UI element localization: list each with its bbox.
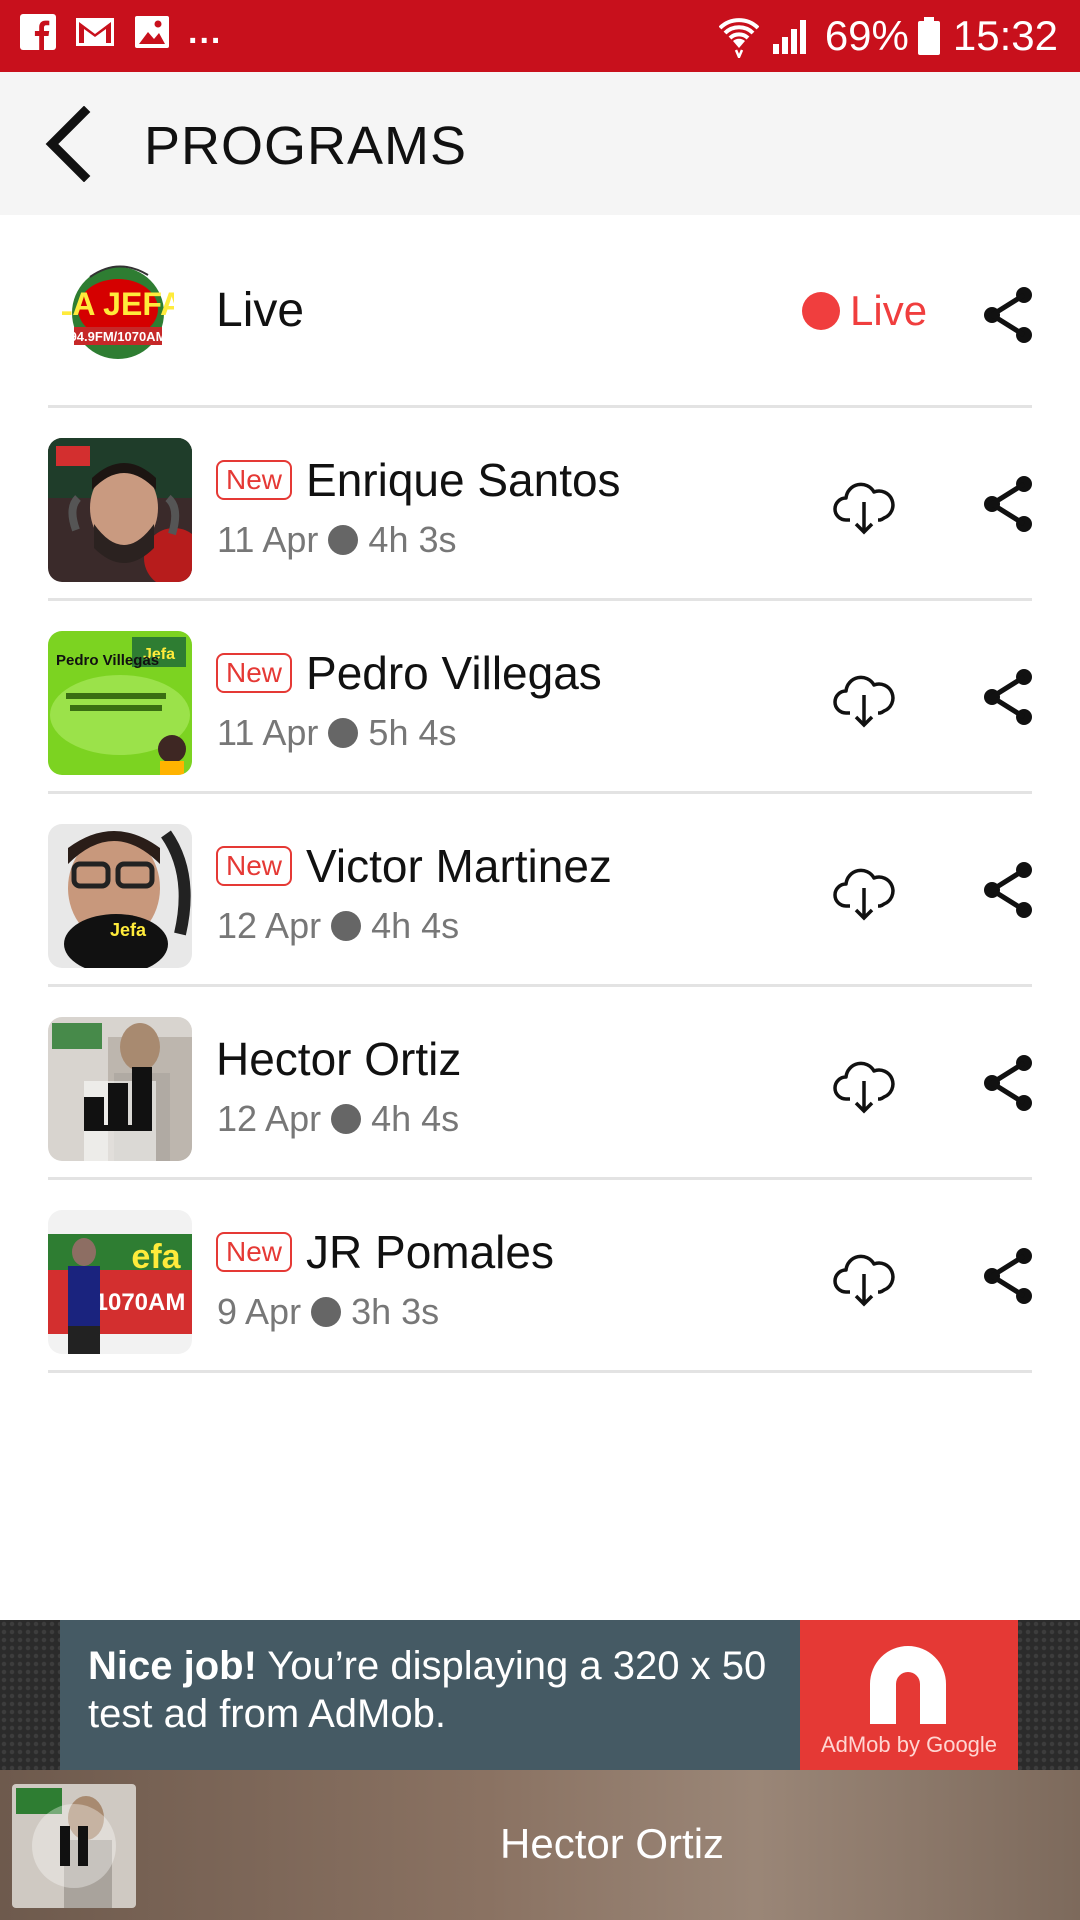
share-icon	[984, 287, 1032, 343]
clock: 15:32	[952, 12, 1058, 59]
program-meta: 11 Apr 4h 3s	[217, 518, 457, 562]
download-button[interactable]	[832, 1053, 896, 1117]
list-item-program[interactable]: Hector Ortiz 12 Apr 4h 4s	[0, 987, 1080, 1180]
cloud-download-icon	[833, 868, 895, 921]
program-meta: 12 Apr 4h 4s	[217, 904, 459, 948]
share-icon	[984, 862, 1032, 918]
battery-icon	[917, 17, 940, 55]
program-name: Enrique Santos	[306, 454, 621, 506]
station-logo: LA JEFA 94.9FM/1070AM	[62, 253, 174, 369]
download-button[interactable]	[832, 1246, 896, 1310]
separator-dot	[331, 1104, 362, 1134]
ad-banner[interactable]: Nice job! You’re displaying a 320 x 50 t…	[0, 1620, 1080, 1770]
cloud-download-icon	[833, 482, 895, 535]
program-name: Hector Ortiz	[216, 1033, 462, 1085]
pause-icon	[32, 1804, 116, 1888]
new-badge: New	[216, 1232, 293, 1272]
program-date: 11 Apr	[217, 519, 319, 560]
program-duration: 5h 4s	[368, 712, 457, 753]
new-badge: New	[216, 846, 293, 886]
live-title: Live	[216, 284, 305, 337]
mini-player[interactable]: Hector Ortiz	[0, 1770, 1080, 1920]
list-item-program[interactable]: Jefa New Victor Martinez 12 Apr 4h 4s	[0, 794, 1080, 987]
wifi-icon	[718, 18, 759, 58]
facebook-icon	[20, 14, 56, 50]
separator-dot	[328, 718, 359, 748]
chevron-left-icon	[45, 105, 91, 183]
program-meta: 9 Apr 3h 3s	[217, 1290, 439, 1334]
app-bar: PROGRAMS	[0, 72, 1080, 215]
ad-bold-text: Nice job!	[88, 1644, 257, 1688]
share-icon	[984, 669, 1032, 725]
download-button[interactable]	[832, 860, 896, 924]
program-duration: 4h 4s	[371, 1098, 460, 1139]
list-item-program[interactable]: efa 1070AM New JR Pomales 9 Apr 3h 3s	[0, 1180, 1080, 1373]
download-button[interactable]	[832, 667, 896, 731]
share-button[interactable]	[980, 1053, 1036, 1113]
program-name: JR Pomales	[306, 1226, 554, 1278]
battery-percent: 69%	[824, 12, 909, 59]
program-thumbnail	[48, 438, 192, 582]
program-thumbnail	[48, 1017, 192, 1161]
thumb-caption: Pedro Villegas	[56, 652, 159, 669]
ad-brand: AdMob by Google	[820, 1732, 998, 1757]
gallery-icon	[135, 16, 169, 48]
now-playing-title: Hector Ortiz	[500, 1820, 725, 1867]
back-button[interactable]	[40, 105, 106, 183]
share-button[interactable]	[980, 667, 1036, 727]
list-item-live[interactable]: LA JEFA 94.9FM/1070AM Live Live	[0, 215, 1080, 408]
live-dot-icon	[802, 292, 840, 330]
new-badge: New	[216, 653, 293, 693]
separator-dot	[311, 1297, 342, 1327]
program-name: Victor Martinez	[306, 840, 612, 892]
logo-name-text: LA JEFA	[62, 286, 174, 322]
live-status: Live	[802, 285, 927, 337]
share-button[interactable]	[980, 860, 1036, 920]
program-duration: 4h 4s	[371, 905, 460, 946]
divider	[48, 1370, 1032, 1373]
more-notifications: ...	[188, 13, 223, 51]
thumb-caption: 1070AM	[95, 1289, 186, 1316]
program-thumbnail: efa 1070AM	[48, 1210, 192, 1354]
share-icon	[984, 476, 1032, 532]
program-meta: 11 Apr 5h 4s	[217, 711, 457, 755]
share-icon	[984, 1055, 1032, 1111]
separator-dot	[328, 525, 359, 555]
program-duration: 3h 3s	[351, 1291, 440, 1332]
program-date: 12 Apr	[217, 1098, 322, 1139]
admob-logo: AdMob by Google	[800, 1620, 1018, 1770]
cloud-download-icon	[833, 675, 895, 728]
program-thumbnail: Jefa	[48, 824, 192, 968]
share-button[interactable]	[980, 285, 1036, 345]
ad-text: Nice job! You’re displaying a 320 x 50 t…	[88, 1642, 798, 1738]
admob-icon	[870, 1646, 946, 1724]
live-label: Live	[850, 287, 928, 334]
new-badge: New	[216, 460, 293, 500]
program-date: 9 Apr	[217, 1291, 302, 1332]
program-meta: 12 Apr 4h 4s	[217, 1097, 459, 1141]
gmail-icon	[76, 18, 114, 46]
signal-icon	[772, 20, 806, 54]
program-date: 11 Apr	[217, 712, 319, 753]
pause-button[interactable]	[12, 1784, 136, 1908]
svg-text:Jefa: Jefa	[110, 920, 147, 940]
separator-dot	[331, 911, 362, 941]
cloud-download-icon	[833, 1254, 895, 1307]
program-thumbnail: Jefa Pedro Villegas	[48, 631, 192, 775]
logo-freq-text: 94.9FM/1070AM	[70, 329, 167, 344]
share-button[interactable]	[980, 1246, 1036, 1306]
page-title: PROGRAMS	[144, 116, 468, 176]
program-duration: 4h 3s	[368, 519, 457, 560]
list-item-program[interactable]: Jefa Pedro Villegas New Pedro Villegas 1…	[0, 601, 1080, 794]
program-list: LA JEFA 94.9FM/1070AM Live Live New Enri…	[0, 215, 1080, 1373]
list-item-program[interactable]: New Enrique Santos 11 Apr 4h 3s	[0, 408, 1080, 601]
share-button[interactable]	[980, 474, 1036, 534]
status-bar: ... 69% 15:32	[0, 0, 1080, 72]
share-icon	[984, 1248, 1032, 1304]
program-date: 12 Apr	[217, 905, 322, 946]
program-name: Pedro Villegas	[306, 647, 602, 699]
download-button[interactable]	[832, 474, 896, 538]
svg-text:efa: efa	[131, 1238, 181, 1276]
cloud-download-icon	[833, 1061, 895, 1114]
